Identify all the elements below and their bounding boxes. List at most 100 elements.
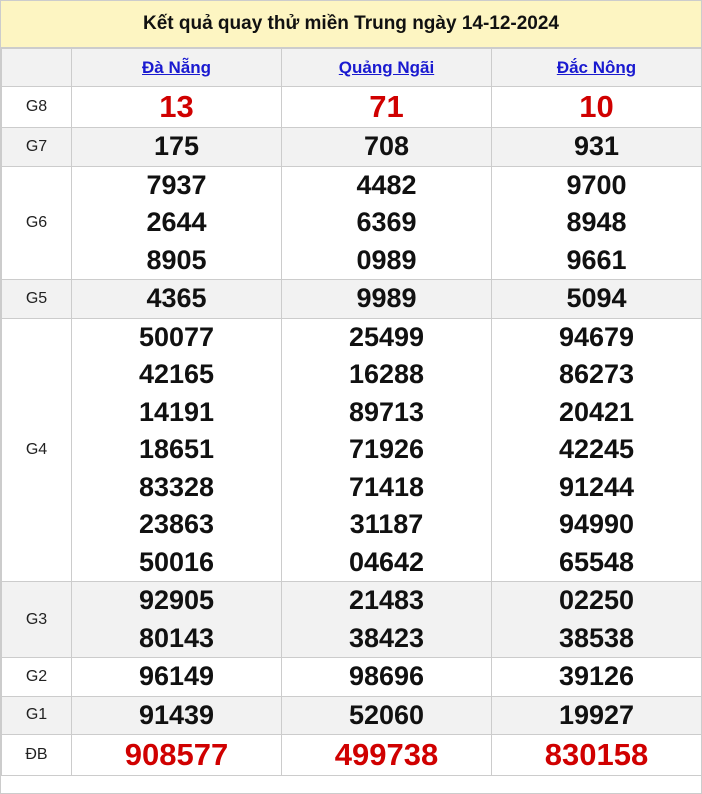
results-table: Đà Nẵng Quảng Ngãi Đắc Nông G8 13 71 10 G7 17… xyxy=(1,48,702,776)
prize-row: G4 50077 42165 14191 18651 83328 23863 50016 254… xyxy=(1,317,702,582)
prize-cell: 9700 8948 9661 xyxy=(491,165,702,280)
prize-number: 31187 xyxy=(349,509,424,539)
prize-label: G2 xyxy=(1,657,72,697)
province-link-da-nang[interactable]: Đà Nẵng xyxy=(142,58,211,77)
province-header-cell[interactable]: Quảng Ngãi xyxy=(281,48,492,87)
prize-number: 2644 xyxy=(146,207,207,237)
prize-cell: 92905 80143 xyxy=(71,581,282,658)
page-title: Kết quả quay thử miền Trung ngày 14-12-2… xyxy=(1,1,701,48)
prize-row: G8 13 71 10 xyxy=(1,86,702,128)
prize-number: 14191 xyxy=(138,396,215,427)
prize-number: 931 xyxy=(573,131,620,161)
prize-number: 20421 xyxy=(558,396,635,427)
prize-cell: 98696 xyxy=(281,657,492,697)
prize-cell: 96149 xyxy=(71,657,282,697)
prize-number: 50077 xyxy=(138,321,215,352)
prize-row: G5 4365 9989 5094 xyxy=(1,279,702,319)
prize-number: 9700 xyxy=(566,169,627,200)
prize-number: 175 xyxy=(153,131,200,161)
prize-number: 8948 xyxy=(566,207,627,237)
prize-cell: 25499 16288 89713 71926 71418 31187 04642 xyxy=(281,317,492,582)
prize-number: 91439 xyxy=(138,699,215,730)
province-header-row: Đà Nẵng Quảng Ngãi Đắc Nông xyxy=(1,48,702,87)
prize-row: G7 175 708 931 xyxy=(1,127,702,167)
prize-number: 9989 xyxy=(356,283,417,313)
prize-number: 80143 xyxy=(138,622,215,653)
province-link-quang-ngai[interactable]: Quảng Ngãi xyxy=(339,58,434,77)
prize-cell: 94679 86273 20421 42245 91244 94990 65548 xyxy=(491,317,702,582)
prize-row: ĐB 908577 499738 830158 xyxy=(1,734,702,776)
prize-cell: 50077 42165 14191 18651 83328 23863 50016 xyxy=(71,317,282,582)
prize-number: 71 xyxy=(369,89,404,124)
prize-cell: 02250 38538 xyxy=(491,581,702,658)
prize-number: 94679 xyxy=(558,321,635,352)
province-link-dac-nong[interactable]: Đắc Nông xyxy=(557,58,636,77)
prize-cell: 21483 38423 xyxy=(281,581,492,658)
prize-cell: 830158 xyxy=(491,734,702,776)
prize-number: 499738 xyxy=(334,737,439,772)
prize-row: G2 96149 98696 39126 xyxy=(1,657,702,697)
prize-number: 86273 xyxy=(558,359,635,389)
prize-number: 96149 xyxy=(138,661,215,691)
prize-number: 4365 xyxy=(146,283,207,313)
prize-number: 6369 xyxy=(356,207,417,237)
prize-number: 13 xyxy=(159,89,194,124)
header-corner xyxy=(1,48,72,87)
prize-row: G1 91439 52060 19927 xyxy=(1,695,702,735)
prize-number: 04642 xyxy=(348,546,425,577)
prize-number: 42245 xyxy=(558,434,635,464)
prize-cell: 7937 2644 8905 xyxy=(71,165,282,280)
prize-number: 38538 xyxy=(558,622,635,653)
prize-label: G5 xyxy=(1,279,72,319)
prize-label: ĐB xyxy=(1,734,72,776)
prize-number: 91244 xyxy=(558,471,635,502)
prize-number: 19927 xyxy=(558,699,635,730)
prize-cell: 5094 xyxy=(491,279,702,319)
prize-cell: 4365 xyxy=(71,279,282,319)
prize-number: 71418 xyxy=(348,471,425,502)
prize-number: 4482 xyxy=(356,169,417,200)
prize-label: G8 xyxy=(1,86,72,128)
prize-number: 52060 xyxy=(348,699,425,730)
prize-number: 8905 xyxy=(146,244,207,275)
prize-cell: 499738 xyxy=(281,734,492,776)
prize-number: 23863 xyxy=(138,509,215,539)
prize-label: G1 xyxy=(1,695,72,735)
prize-cell: 175 xyxy=(71,127,282,167)
prize-number: 94990 xyxy=(558,509,635,539)
prize-label: G3 xyxy=(1,581,72,658)
prize-cell: 4482 6369 0989 xyxy=(281,165,492,280)
prize-number: 38423 xyxy=(348,622,425,653)
prize-number: 71926 xyxy=(348,434,425,464)
prize-number: 83328 xyxy=(138,471,215,502)
prize-cell: 52060 xyxy=(281,695,492,735)
prize-number: 25499 xyxy=(348,321,425,352)
prize-cell: 13 xyxy=(71,86,282,128)
prize-number: 708 xyxy=(363,131,410,161)
prize-number: 98696 xyxy=(348,661,425,691)
province-header-cell[interactable]: Đà Nẵng xyxy=(71,48,282,87)
prize-cell: 908577 xyxy=(71,734,282,776)
prize-cell: 9989 xyxy=(281,279,492,319)
prize-label: G4 xyxy=(1,317,72,582)
prize-number: 50016 xyxy=(138,546,215,577)
prize-number: 9661 xyxy=(566,244,627,275)
prize-number: 89713 xyxy=(348,396,425,427)
results-container: Kết quả quay thử miền Trung ngày 14-12-2… xyxy=(0,0,702,794)
prize-number: 16288 xyxy=(348,359,425,389)
prize-label: G7 xyxy=(1,127,72,167)
prize-number: 10 xyxy=(579,89,614,124)
prize-cell: 708 xyxy=(281,127,492,167)
prize-number: 21483 xyxy=(348,585,425,615)
prize-number: 42165 xyxy=(138,359,215,389)
prize-cell: 91439 xyxy=(71,695,282,735)
prize-label: G6 xyxy=(1,165,72,280)
prize-cell: 19927 xyxy=(491,695,702,735)
prize-number: 02250 xyxy=(558,585,635,615)
prize-row: G3 92905 80143 21483 38423 02250 38538 xyxy=(1,581,702,658)
prize-cell: 10 xyxy=(491,86,702,128)
province-header-cell[interactable]: Đắc Nông xyxy=(491,48,702,87)
prize-number: 65548 xyxy=(558,546,635,577)
prize-number: 18651 xyxy=(138,434,215,464)
prize-number: 39126 xyxy=(558,661,635,691)
